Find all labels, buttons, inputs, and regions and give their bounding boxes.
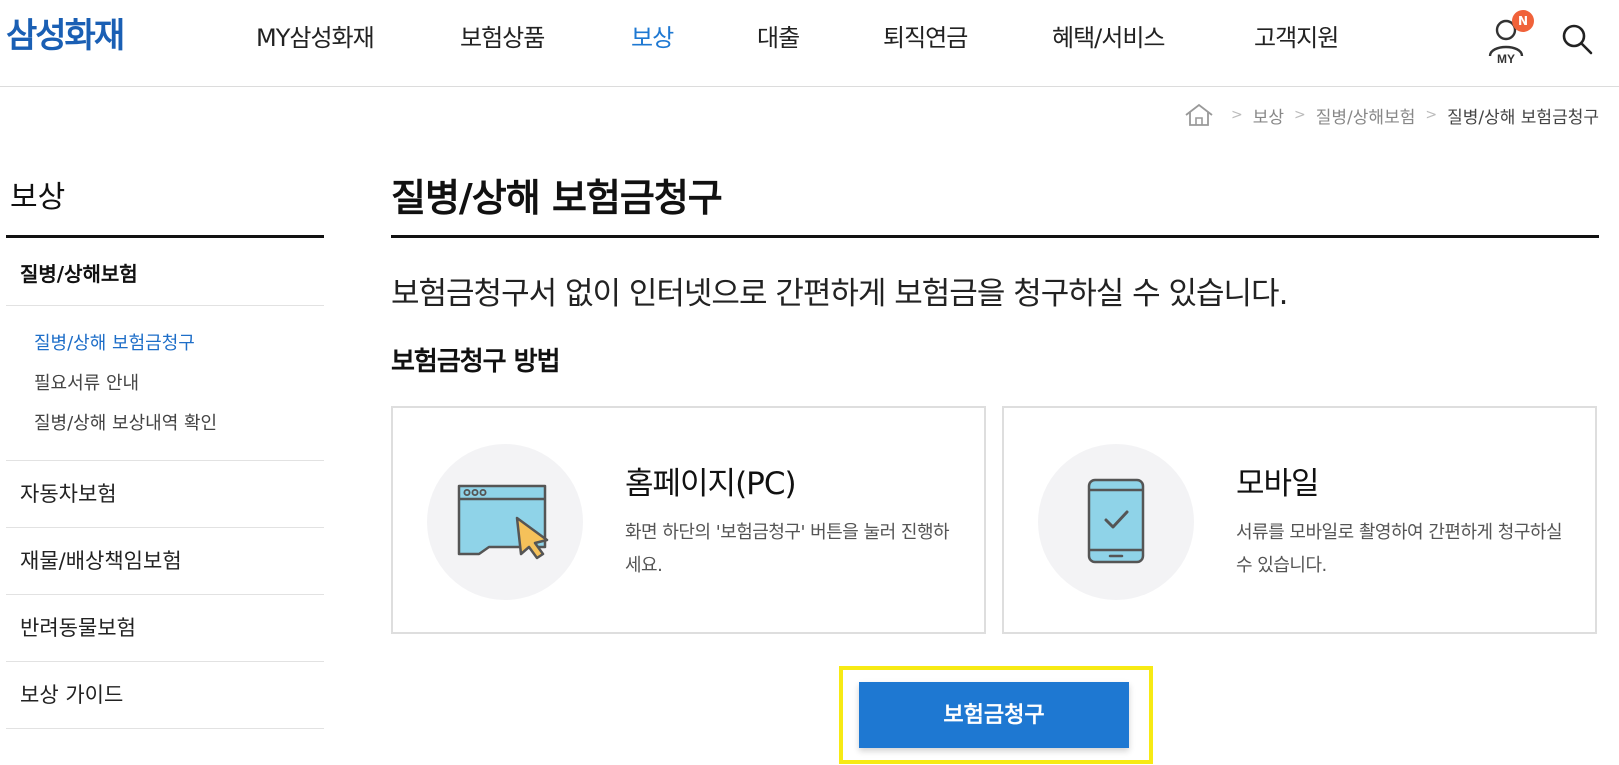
side-nav-sub-claim[interactable]: 질병/상해 보험금청구 — [34, 324, 324, 364]
card-mobile: 모바일 서류를 모바일로 촬영하여 간편하게 청구하실 수 있습니다. — [1002, 406, 1597, 634]
my-label: MY — [1497, 52, 1515, 64]
card-desc-mobile: 서류를 모바일로 촬영하여 간편하게 청구하실 수 있습니다. — [1236, 522, 1563, 576]
nav-my-samsung[interactable]: MY삼성화재 — [256, 18, 375, 53]
side-nav-submenu: 질병/상해 보험금청구 필요서류 안내 질병/상해 보상내역 확인 — [6, 306, 324, 460]
side-nav-title: 보상 — [6, 168, 324, 238]
mobile-check-icon — [1038, 444, 1194, 600]
side-nav-group-illness: 질병/상해보험 질병/상해 보험금청구 필요서류 안내 질병/상해 보상내역 확… — [6, 238, 324, 461]
breadcrumb-claims[interactable]: 보상 — [1253, 103, 1284, 128]
nav-support[interactable]: 고객지원 — [1254, 18, 1339, 53]
nav-claims[interactable]: 보상 — [631, 18, 674, 53]
breadcrumb-separator: > — [1294, 107, 1306, 123]
nav-loans[interactable]: 대출 — [757, 18, 800, 53]
side-nav-auto[interactable]: 자동차보험 — [6, 461, 324, 528]
side-nav: 보상 질병/상해보험 질병/상해 보험금청구 필요서류 안내 질병/상해 보상내… — [6, 168, 324, 729]
browser-cursor-icon — [427, 444, 583, 600]
nav-benefits[interactable]: 혜택/서비스 — [1052, 18, 1165, 53]
new-badge: N — [1512, 10, 1534, 32]
card-title-pc: 홈페이지(PC) — [625, 466, 797, 502]
site-logo[interactable]: 삼성화재 — [6, 8, 125, 57]
side-nav-property-liability[interactable]: 재물/배상책임보험 — [6, 528, 324, 595]
breadcrumb-separator: > — [1425, 107, 1438, 123]
nav-pension[interactable]: 퇴직연금 — [883, 18, 968, 53]
breadcrumb-illness-injury[interactable]: 질병/상해보험 — [1316, 103, 1416, 128]
side-nav-illness-injury[interactable]: 질병/상해보험 — [6, 238, 324, 306]
card-desc-pc: 화면 하단의 '보험금청구' 버튼을 눌러 진행하세요. — [625, 522, 950, 576]
side-nav-pet[interactable]: 반려동물보험 — [6, 595, 324, 662]
home-icon[interactable] — [1183, 102, 1215, 128]
page-title: 질병/상해 보험금청구 — [391, 168, 1599, 238]
side-nav-sub-history[interactable]: 질병/상해 보상내역 확인 — [34, 404, 324, 444]
side-nav-sub-documents[interactable]: 필요서류 안내 — [34, 364, 324, 404]
claim-button[interactable]: 보험금청구 — [859, 682, 1129, 748]
section-title: 보험금청구 방법 — [391, 347, 561, 377]
breadcrumb-separator: > — [1231, 107, 1243, 123]
search-icon[interactable] — [1560, 22, 1594, 56]
nav-products[interactable]: 보험상품 — [460, 18, 545, 53]
main-content: 질병/상해 보험금청구 보험금청구서 없이 인터넷으로 간편하게 보험금을 청구… — [391, 168, 1599, 764]
lead-text: 보험금청구서 없이 인터넷으로 간편하게 보험금을 청구하실 수 있습니다. — [391, 276, 1288, 312]
side-nav-guide[interactable]: 보상 가이드 — [6, 662, 324, 729]
card-homepage-pc: 홈페이지(PC) 화면 하단의 '보험금청구' 버튼을 눌러 진행하세요. — [391, 406, 986, 634]
claim-method-cards: 홈페이지(PC) 화면 하단의 '보험금청구' 버튼을 눌러 진행하세요. 모바… — [391, 406, 1599, 634]
card-title-mobile: 모바일 — [1236, 466, 1320, 502]
breadcrumb: > 보상 > 질병/상해보험 > 질병/상해 보험금청구 — [1183, 100, 1599, 130]
breadcrumb-current: 질병/상해 보험금청구 — [1447, 107, 1599, 128]
site-header: 삼성화재 MY삼성화재 보험상품 보상 대출 퇴직연금 혜택/서비스 고객지원 … — [0, 0, 1619, 87]
